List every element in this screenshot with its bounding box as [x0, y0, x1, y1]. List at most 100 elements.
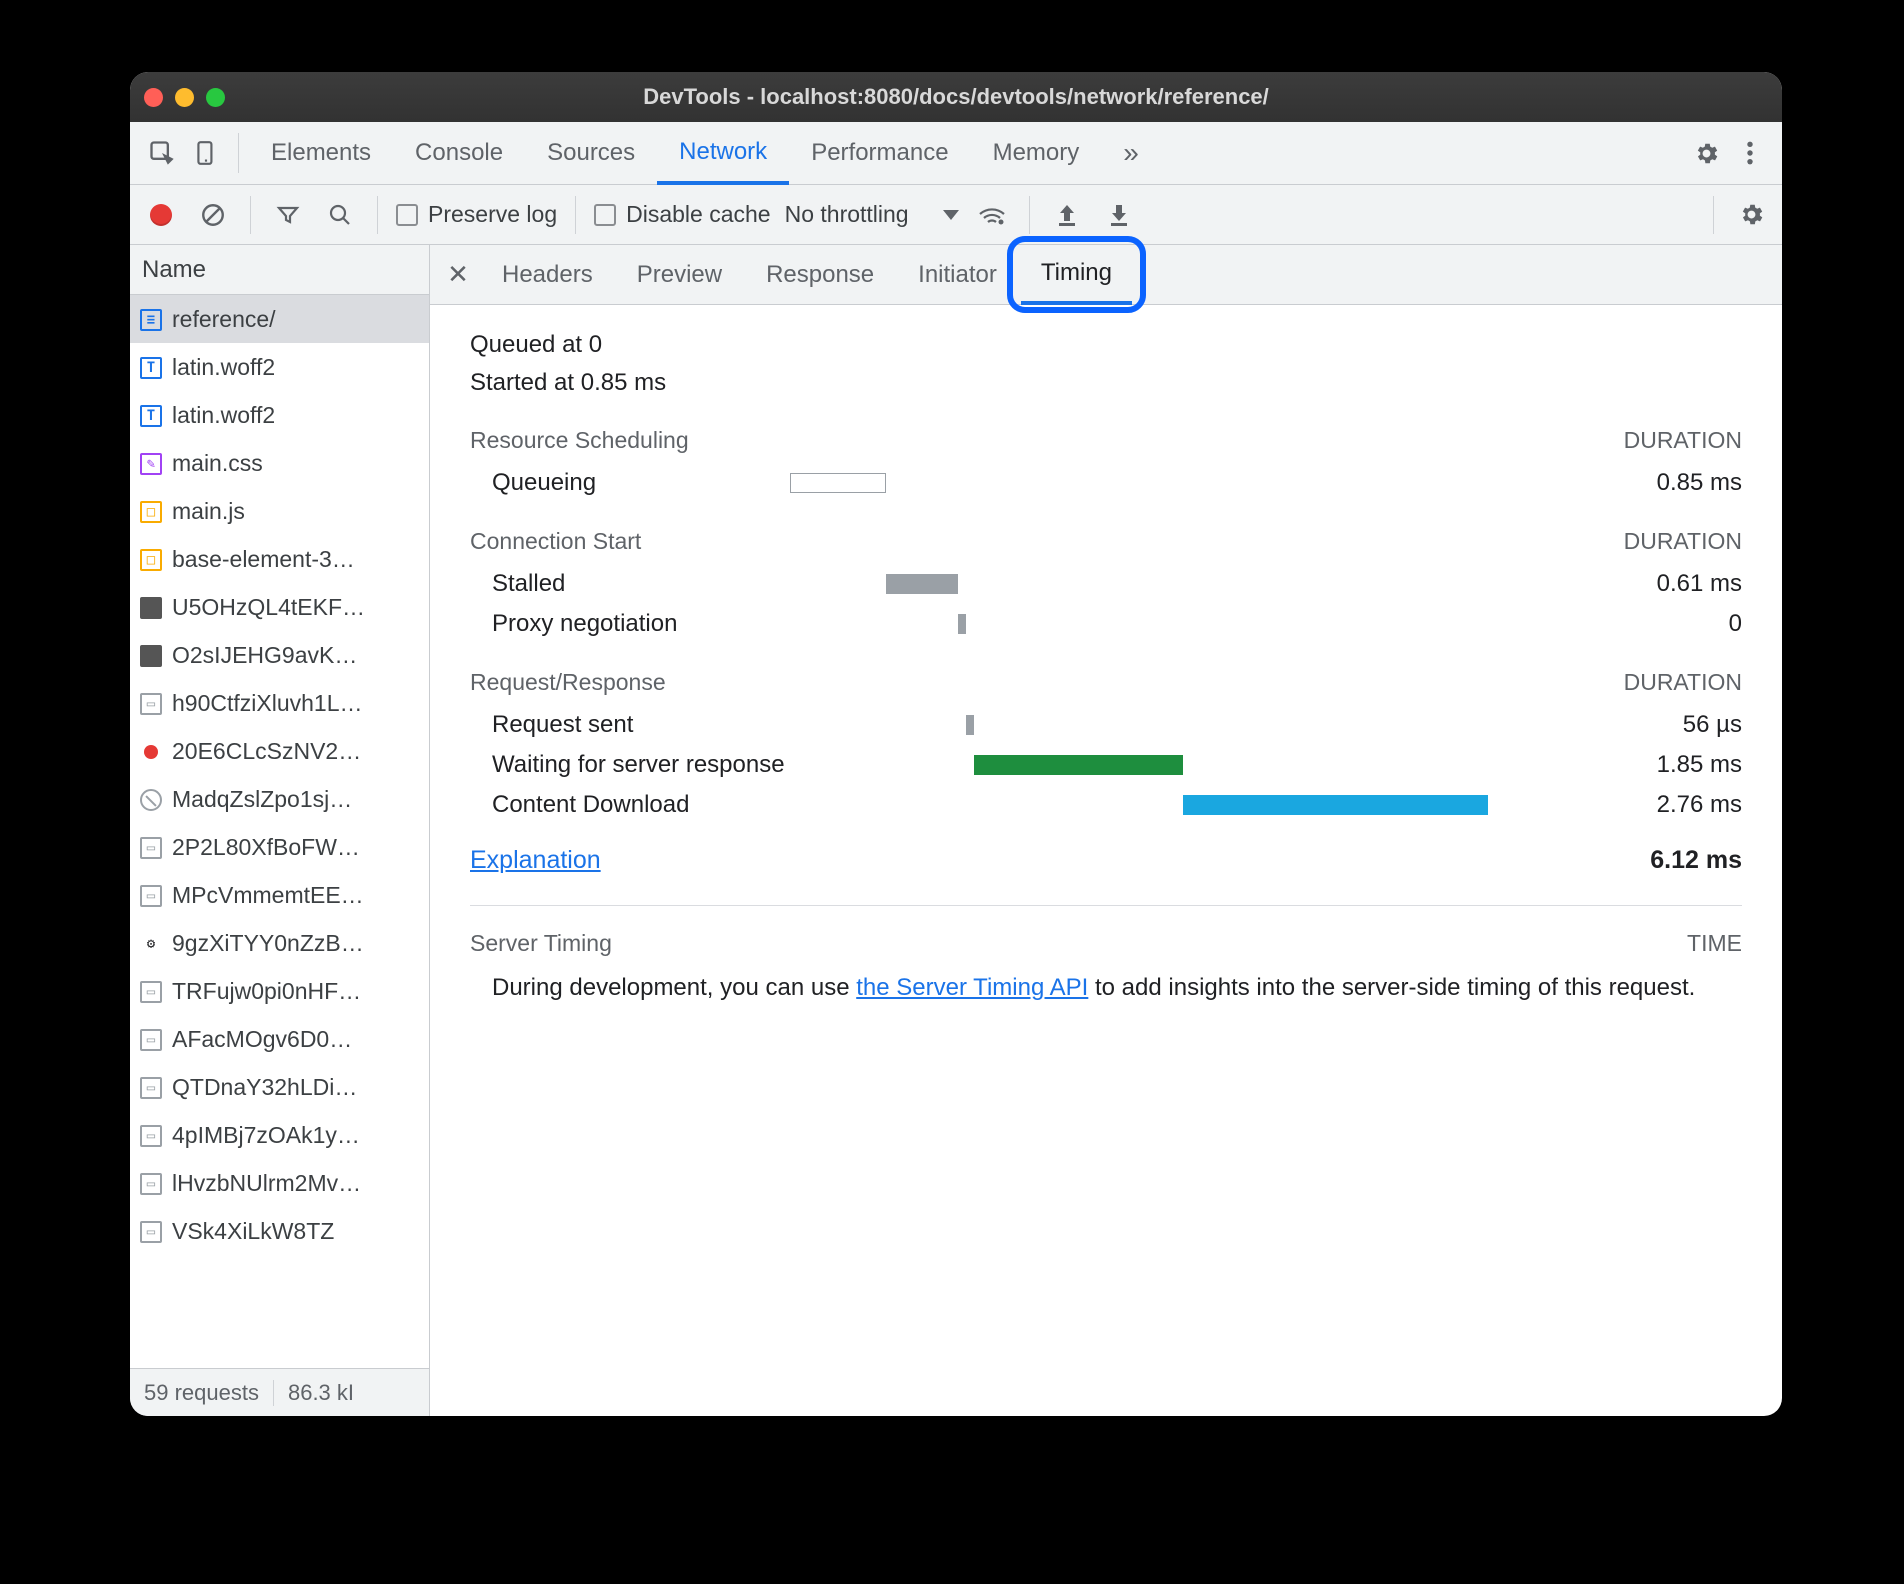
request-row[interactable]: ▭TRFujw0pi0nHF…: [130, 967, 429, 1015]
request-row[interactable]: Tlatin.woff2: [130, 343, 429, 391]
dtab-initiator[interactable]: Initiator: [898, 245, 1017, 304]
column-header-name[interactable]: Name: [130, 245, 429, 295]
timing-bar-zone: [790, 790, 1592, 820]
request-row[interactable]: 20E6CLcSzNV2…: [130, 727, 429, 775]
request-name: main.js: [172, 498, 245, 525]
tab-sources[interactable]: Sources: [525, 122, 657, 184]
chevron-down-icon: [943, 210, 959, 220]
request-name: QTDnaY32hLDi…: [172, 1074, 357, 1101]
timing-bar-zone: [790, 569, 1592, 599]
tab-network[interactable]: Network: [657, 122, 789, 185]
request-row[interactable]: U5OHzQL4tEKF…: [130, 583, 429, 631]
request-name: h90CtfziXluvh1L…: [172, 690, 363, 717]
request-row[interactable]: □base-element-3…: [130, 535, 429, 583]
timing-label: Proxy negotiation: [470, 610, 790, 638]
request-row[interactable]: ✎main.css: [130, 439, 429, 487]
request-row[interactable]: ▭4pIMBj7zOAk1y…: [130, 1111, 429, 1159]
timing-value: 0.61 ms: [1592, 570, 1742, 598]
font-icon: T: [140, 357, 162, 379]
img-icon: [140, 597, 162, 619]
server-timing-api-link[interactable]: the Server Timing API: [856, 974, 1088, 1001]
request-name: 4pIMBj7zOAk1y…: [172, 1122, 360, 1149]
explanation-link[interactable]: Explanation: [470, 846, 601, 875]
status-bar: 59 requests 86.3 kI: [130, 1368, 429, 1416]
request-name: O2sIJEHG9avK…: [172, 642, 357, 669]
request-row[interactable]: ▭VSk4XiLkW8TZ: [130, 1207, 429, 1255]
tab-performance[interactable]: Performance: [789, 122, 970, 184]
zoom-window-icon[interactable]: [206, 88, 225, 107]
inspect-element-icon[interactable]: [140, 131, 184, 175]
close-window-icon[interactable]: [144, 88, 163, 107]
titlebar: DevTools - localhost:8080/docs/devtools/…: [130, 72, 1782, 122]
request-name: latin.woff2: [172, 354, 275, 381]
css-icon: ✎: [140, 453, 162, 475]
request-name: 9gzXiTYY0nZzB…: [172, 930, 364, 957]
throttling-select[interactable]: No throttling: [785, 201, 959, 228]
timing-row: Request sent56 µs: [470, 710, 1742, 740]
request-row[interactable]: □main.js: [130, 487, 429, 535]
timing-bar: [958, 614, 966, 634]
txt-icon: ▭: [140, 1077, 162, 1099]
request-row[interactable]: ▭h90CtfziXluvh1L…: [130, 679, 429, 727]
network-settings-icon[interactable]: [1732, 196, 1770, 234]
queued-text: Queued at 0: [470, 331, 1742, 359]
main-split: Name ≡reference/Tlatin.woff2Tlatin.woff2…: [130, 245, 1782, 1416]
preserve-log-checkbox[interactable]: Preserve log: [396, 201, 557, 228]
timing-bar-zone: [790, 468, 1592, 498]
request-row[interactable]: ▭2P2L80XfBoFW…: [130, 823, 429, 871]
request-row[interactable]: ≡reference/: [130, 295, 429, 343]
request-row[interactable]: ▭ lHvzbNUlrm2Mv…: [130, 1159, 429, 1207]
dtab-timing[interactable]: Timing: [1021, 246, 1132, 305]
detail-pane: ✕ Headers Preview Response Initiator Tim…: [430, 245, 1782, 1416]
request-row[interactable]: O2sIJEHG9avK…: [130, 631, 429, 679]
txt-icon: ▭: [140, 1221, 162, 1243]
request-row[interactable]: ▭AFacMOgv6D0…: [130, 1015, 429, 1063]
settings-icon[interactable]: [1684, 131, 1728, 175]
txt-icon: ▭: [140, 1173, 162, 1195]
tab-elements[interactable]: Elements: [249, 122, 393, 184]
timing-row: Stalled 0.61 ms: [470, 569, 1742, 599]
timing-value: 2.76 ms: [1592, 791, 1742, 819]
timing-row: Waiting for server response1.85 ms: [470, 750, 1742, 780]
download-har-icon[interactable]: [1100, 196, 1138, 234]
request-list[interactable]: ≡reference/Tlatin.woff2Tlatin.woff2✎main…: [130, 295, 429, 1368]
dtab-headers[interactable]: Headers: [482, 245, 613, 304]
tab-memory[interactable]: Memory: [971, 122, 1102, 184]
request-row[interactable]: ▭ QTDnaY32hLDi…: [130, 1063, 429, 1111]
record-button[interactable]: [142, 196, 180, 234]
request-row[interactable]: ⚙9gzXiTYY0nZzB…: [130, 919, 429, 967]
tab-console[interactable]: Console: [393, 122, 525, 184]
clear-button[interactable]: [194, 196, 232, 234]
more-panels-icon[interactable]: »: [1101, 122, 1161, 184]
upload-har-icon[interactable]: [1048, 196, 1086, 234]
timing-label: Queueing: [470, 469, 790, 497]
request-row[interactable]: MadqZslZpo1sj…: [130, 775, 429, 823]
network-conditions-icon[interactable]: [973, 196, 1011, 234]
request-name: lHvzbNUlrm2Mv…: [172, 1170, 361, 1197]
timing-row: Queueing 0.85 ms: [470, 468, 1742, 498]
window-controls: [144, 88, 225, 107]
ban-icon: [140, 789, 162, 811]
request-name: 20E6CLcSzNV2…: [172, 738, 361, 765]
disable-cache-checkbox[interactable]: Disable cache: [594, 201, 770, 228]
kebab-menu-icon[interactable]: [1728, 131, 1772, 175]
timing-bar: [790, 473, 886, 493]
dtab-response[interactable]: Response: [746, 245, 894, 304]
search-icon[interactable]: [321, 196, 359, 234]
txt-icon: ▭: [140, 981, 162, 1003]
started-text: Started at 0.85 ms: [470, 369, 1742, 397]
request-row[interactable]: Tlatin.woff2: [130, 391, 429, 439]
filter-icon[interactable]: [269, 196, 307, 234]
timing-value: 0.85 ms: [1592, 469, 1742, 497]
request-name: base-element-3…: [172, 546, 355, 573]
device-toggle-icon[interactable]: [184, 131, 228, 175]
timing-bar: [886, 574, 958, 594]
timing-label: Stalled: [470, 570, 790, 598]
timing-bar-zone: [790, 710, 1592, 740]
dtab-preview[interactable]: Preview: [617, 245, 742, 304]
reddot-icon: [140, 741, 162, 763]
minimize-window-icon[interactable]: [175, 88, 194, 107]
request-row[interactable]: ▭MPcVmmemtEE…: [130, 871, 429, 919]
close-detail-icon[interactable]: ✕: [438, 259, 478, 290]
section-request: Request/Response DURATION: [470, 669, 1742, 696]
